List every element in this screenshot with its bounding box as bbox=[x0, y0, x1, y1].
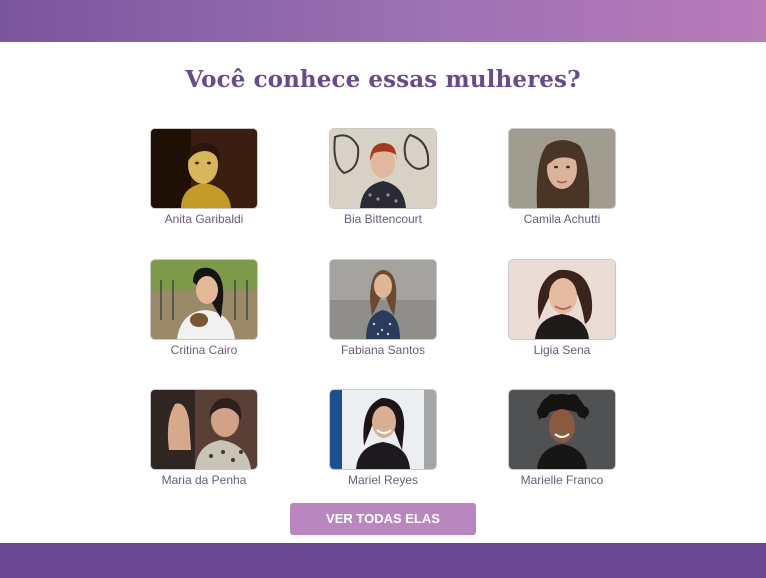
see-all-button[interactable]: VER TODAS ELAS bbox=[290, 503, 476, 535]
woman-name: Mariel Reyes bbox=[347, 473, 419, 487]
woman-name: Maria da Penha bbox=[161, 473, 247, 487]
women-grid: Anita Garibaldi Bia Bittencourt Camila A… bbox=[0, 0, 766, 578]
woman-name: Fabiana Santos bbox=[340, 343, 426, 357]
woman-photo bbox=[508, 389, 616, 470]
woman-name: Ligia Sena bbox=[533, 343, 591, 357]
woman-name: Camila Achutti bbox=[523, 212, 601, 226]
woman-name: Critina Cairo bbox=[170, 343, 238, 357]
woman-photo bbox=[508, 259, 616, 340]
woman-photo bbox=[329, 389, 437, 470]
woman-photo bbox=[150, 128, 258, 209]
woman-name: Anita Garibaldi bbox=[164, 212, 244, 226]
woman-photo bbox=[329, 128, 437, 209]
woman-photo bbox=[150, 259, 258, 340]
woman-photo bbox=[329, 259, 437, 340]
woman-name: Marielle Franco bbox=[520, 473, 604, 487]
woman-photo bbox=[150, 389, 258, 470]
woman-photo bbox=[508, 128, 616, 209]
woman-name: Bia Bittencourt bbox=[343, 212, 423, 226]
footer-bar bbox=[0, 543, 766, 578]
